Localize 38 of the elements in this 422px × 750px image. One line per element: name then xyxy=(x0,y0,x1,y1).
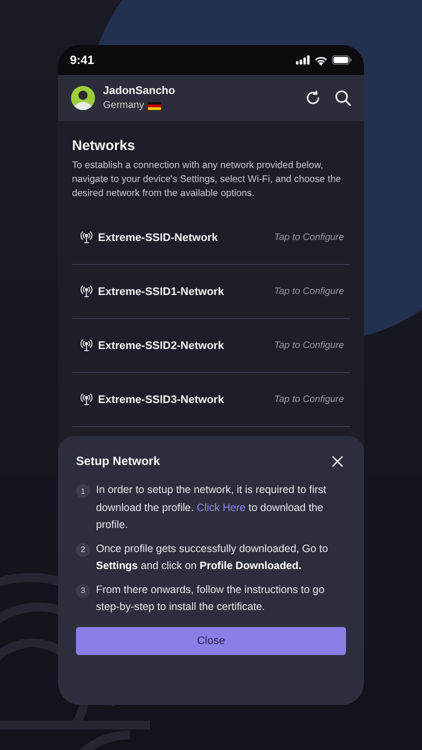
step-number: 3 xyxy=(76,584,90,598)
configure-hint: Tap to Configure xyxy=(274,232,344,243)
avatar-icon[interactable] xyxy=(71,86,95,110)
antenna-icon xyxy=(80,393,93,406)
network-row[interactable]: Extreme-SSID2-Network Tap to Configure xyxy=(72,319,350,373)
search-icon[interactable] xyxy=(334,89,352,107)
network-row[interactable]: Extreme-SSID1-Network Tap to Configure xyxy=(72,265,350,319)
antenna-icon xyxy=(80,339,93,352)
user-name: JadonSancho xyxy=(103,85,176,97)
antenna-icon xyxy=(80,285,93,298)
step-text: Once profile gets successfully downloaded, Go to Settings and click on Profile Downloaded. xyxy=(96,542,330,574)
configure-hint: Tap to Configure xyxy=(274,286,344,297)
signal-icon xyxy=(296,55,310,65)
refresh-icon[interactable] xyxy=(304,89,322,107)
network-name: Extreme-SSID3-Network xyxy=(98,394,225,406)
close-button[interactable]: Close xyxy=(76,626,346,654)
sheet-title: Setup Network xyxy=(76,454,160,468)
country-label: Germany xyxy=(103,100,144,111)
step-number: 2 xyxy=(76,542,90,556)
battery-icon xyxy=(332,55,352,65)
step-text: In order to setup the network, it is required to first download the profile. Click Here to download the profile. xyxy=(96,483,328,533)
configure-hint: Tap to Configure xyxy=(274,340,344,351)
status-time: 9:41 xyxy=(70,53,94,67)
click-here-link[interactable]: Click Here xyxy=(196,502,246,514)
network-row[interactable]: Extreme-SSID3-Network Tap to Configure xyxy=(72,373,350,427)
step-text: From there onwards, follow the instructions to go step-by-step to install the certificate. xyxy=(96,582,326,615)
section-description: To establish a connection with any network provided below, navigate to your device's Settings, select Wi-Fi, and choose the desired network from the available options. xyxy=(72,159,342,201)
configure-hint: Tap to Configure xyxy=(274,394,344,405)
network-name: Extreme-SSID2-Network xyxy=(98,340,225,352)
wifi-icon xyxy=(314,54,328,66)
flag-icon xyxy=(148,102,162,110)
network-name: Extreme-SSID1-Network xyxy=(98,286,225,298)
step-number: 1 xyxy=(76,484,90,498)
network-row[interactable]: Extreme-SSID-Network Tap to Configure xyxy=(72,211,350,265)
antenna-icon xyxy=(80,231,93,244)
section-title: Networks xyxy=(72,137,136,153)
network-name: Extreme-SSID-Network xyxy=(98,232,219,244)
close-icon[interactable] xyxy=(332,456,343,466)
